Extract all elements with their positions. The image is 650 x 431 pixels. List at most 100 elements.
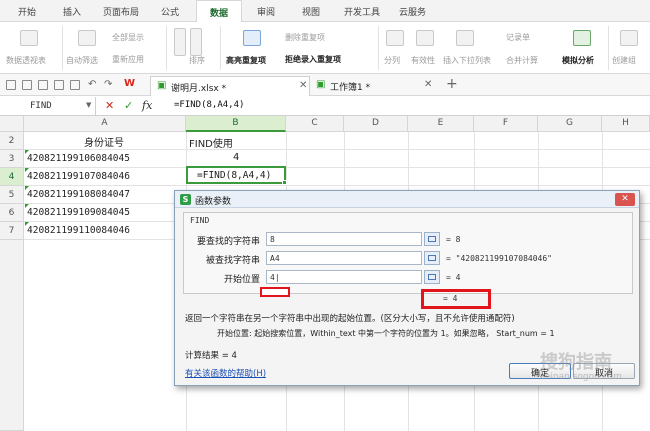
reject-duplicates-button[interactable]: 拒绝录入重复项 <box>285 54 341 65</box>
doc-tab-book[interactable]: ▣ 工作簿1 * ✕ <box>312 76 436 96</box>
wps-sheet-icon: S <box>180 194 191 205</box>
pivot-table-button[interactable]: 数据透视表 <box>6 55 46 66</box>
grid-line <box>24 167 650 168</box>
confirm-formula-button[interactable]: ✓ <box>124 99 133 112</box>
close-dialog-button[interactable]: ✕ <box>615 193 635 206</box>
column-header-f[interactable]: F <box>474 116 538 132</box>
validity-icon <box>416 30 434 46</box>
close-tab-icon[interactable]: ✕ <box>299 80 307 91</box>
name-box[interactable]: FIND <box>0 97 96 115</box>
tab-developer[interactable]: 开发工具 <box>344 5 380 18</box>
show-all-button[interactable]: 全部显示 <box>112 32 144 43</box>
merge-calc-button[interactable]: 合并计算 <box>506 55 538 66</box>
function-help-link[interactable]: 有关该函数的帮助(H) <box>185 367 266 379</box>
tab-home[interactable]: 开始 <box>18 5 36 18</box>
cell-a4[interactable]: 420821199107084046 <box>27 171 130 182</box>
watermark-logo: 搜狗指南 <box>540 352 612 373</box>
sort-asc-icon <box>174 28 186 56</box>
cell-b2[interactable]: FIND使用 <box>189 135 233 150</box>
find-icon[interactable] <box>70 80 80 90</box>
tab-insert[interactable]: 插入 <box>63 5 81 18</box>
separator <box>220 26 221 70</box>
insert-function-button[interactable]: fx <box>142 99 152 112</box>
preview-icon[interactable] <box>54 80 64 90</box>
tab-cloud[interactable]: 云服务 <box>399 5 426 18</box>
open-icon[interactable] <box>22 80 32 90</box>
row-header-5[interactable]: 5 <box>0 186 24 204</box>
quick-access-toolbar: ↶ ↷ W ▣ 谢明月.xlsx * ✕ ▣ 工作簿1 * ✕ + <box>0 74 650 96</box>
cell-a3[interactable]: 420821199106084045 <box>27 153 130 164</box>
arg-input-within-text[interactable]: A4 <box>266 251 422 265</box>
column-header-a[interactable]: A <box>24 116 186 132</box>
tab-page-layout[interactable]: 页面布局 <box>103 5 139 18</box>
dialog-title-bar[interactable]: S 函数参数 ✕ <box>175 191 639 208</box>
doc-tab-label: 谢明月.xlsx * <box>171 84 227 94</box>
formula-input[interactable]: =FIND(8,A4,4) <box>174 100 244 110</box>
reapply-button[interactable]: 重新应用 <box>112 54 144 65</box>
cell-a5[interactable]: 420821199108084047 <box>27 189 130 200</box>
cell-b3[interactable]: 4 <box>233 152 239 163</box>
create-group-button[interactable]: 创建组 <box>612 55 636 66</box>
column-header-b[interactable]: B <box>186 116 286 132</box>
range-select-icon[interactable] <box>424 270 440 284</box>
row-header-3[interactable]: 3 <box>0 150 24 168</box>
split-columns-icon <box>386 30 404 46</box>
sort-button[interactable]: 排序 <box>189 55 205 66</box>
autofilter-button[interactable]: 自动筛选 <box>66 55 98 66</box>
tab-data[interactable]: 数据 <box>196 0 242 23</box>
row-header-6[interactable]: 6 <box>0 204 24 222</box>
watermark-url: zhinan.sogou.com <box>540 372 622 382</box>
save-icon[interactable] <box>6 80 16 90</box>
cell-a2[interactable]: 身份证号 <box>84 134 124 149</box>
remove-duplicates-button[interactable]: 删除重复项 <box>285 32 325 43</box>
arg-input-find-text[interactable]: 8 <box>266 232 422 246</box>
row-header-7[interactable]: 7 <box>0 222 24 240</box>
doc-tab-active[interactable]: ▣ 谢明月.xlsx * ✕ <box>150 76 310 96</box>
record-form-button[interactable]: 记录单 <box>506 32 530 43</box>
tab-view[interactable]: 视图 <box>302 5 320 18</box>
what-if-analysis-icon <box>573 30 591 46</box>
tab-review[interactable]: 审阅 <box>257 5 275 18</box>
column-header-h[interactable]: H <box>602 116 650 132</box>
arg-input-start-num[interactable]: 4| <box>266 270 422 284</box>
undo-icon[interactable]: ↶ <box>88 79 96 90</box>
pivot-table-icon <box>20 30 38 46</box>
column-header-e[interactable]: E <box>408 116 474 132</box>
column-header-d[interactable]: D <box>344 116 408 132</box>
highlight-duplicates-button[interactable]: 高亮重复项 <box>226 55 266 66</box>
chevron-down-icon[interactable]: ▼ <box>86 101 91 109</box>
row-header-2[interactable]: 2 <box>0 132 24 150</box>
sheet-file-icon: ▣ <box>316 79 326 90</box>
cell-a7[interactable]: 420821199110084046 <box>27 225 130 236</box>
separator <box>378 26 379 70</box>
column-header-g[interactable]: G <box>538 116 602 132</box>
fill-handle[interactable] <box>282 180 287 185</box>
select-all-corner[interactable] <box>0 116 24 132</box>
arg-result-within-text: = "420821199107084046" <box>446 254 552 263</box>
ribbon-data: 数据透视表 自动筛选 全部显示 重新应用 排序 高亮重复项 删除重复项 拒绝录入… <box>0 22 650 74</box>
print-icon[interactable] <box>38 80 48 90</box>
separator <box>608 26 609 70</box>
formula-bar: FIND ▼ ✕ ✓ fx =FIND(8,A4,4) <box>0 96 650 116</box>
redo-icon[interactable]: ↷ <box>104 79 112 90</box>
row-header-4[interactable]: 4 <box>0 168 24 186</box>
range-select-icon[interactable] <box>424 232 440 246</box>
range-select-icon[interactable] <box>424 251 440 265</box>
function-arguments-group: FIND 要查找的字符串 8 = 8 被查找字符串 A4 = "42082119… <box>183 212 633 294</box>
cell-b4[interactable]: =FIND(8,A4,4) <box>197 170 271 181</box>
grid-line <box>24 185 650 186</box>
insert-dropdown-button[interactable]: 插入下拉列表 <box>443 55 491 66</box>
column-header-c[interactable]: C <box>286 116 344 132</box>
tab-formulas[interactable]: 公式 <box>161 5 179 18</box>
new-tab-button[interactable]: + <box>446 76 458 92</box>
formula-result-inline: = 4 <box>443 294 458 303</box>
what-if-analysis-button[interactable]: 模拟分析 <box>562 55 594 66</box>
active-cell-b4[interactable]: =FIND(8,A4,4) <box>186 166 286 184</box>
close-tab-icon[interactable]: ✕ <box>424 79 432 90</box>
cancel-formula-button[interactable]: ✕ <box>105 99 114 112</box>
validity-button[interactable]: 有效性 <box>411 55 435 66</box>
cell-a6[interactable]: 420821199109084045 <box>27 207 130 218</box>
separator <box>62 26 63 70</box>
autofilter-icon <box>78 30 96 46</box>
split-columns-button[interactable]: 分列 <box>384 55 400 66</box>
